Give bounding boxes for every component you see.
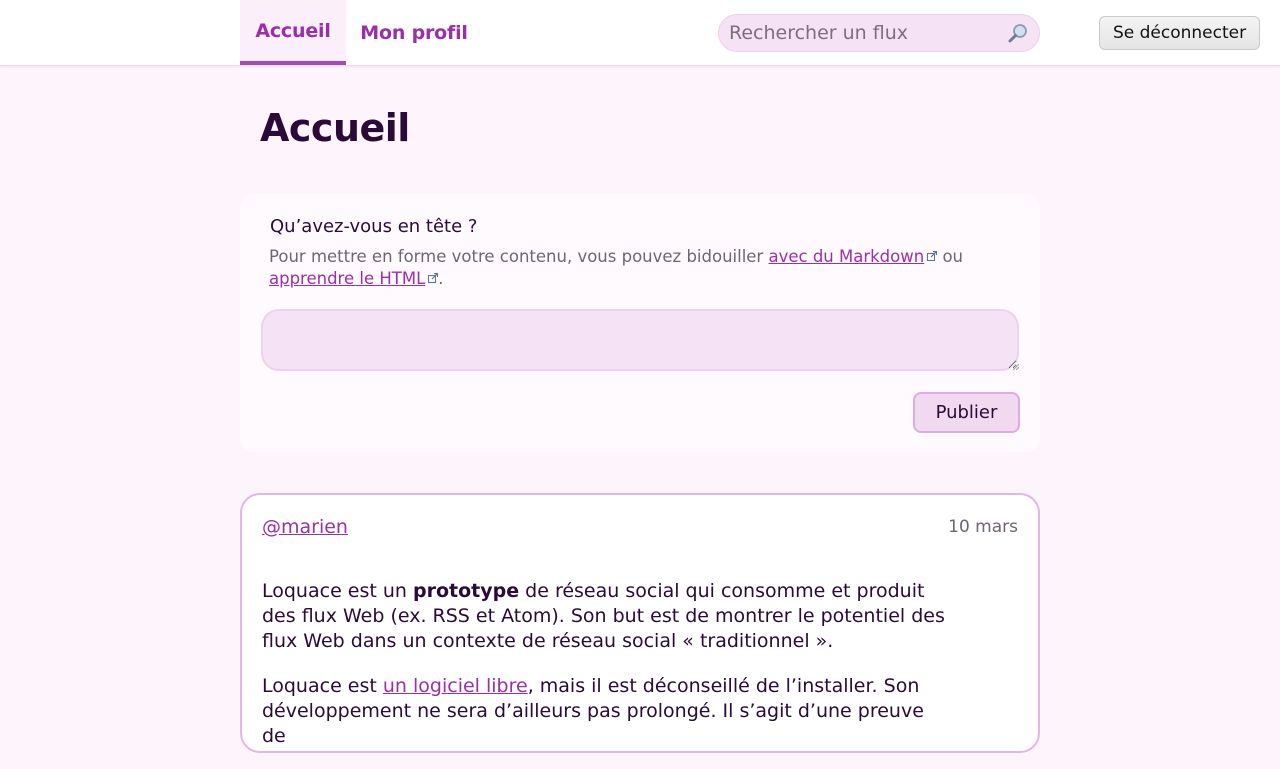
search-box [718,14,1040,52]
top-navigation-bar: Accueil Mon profil Se déconnecter [0,0,1280,66]
post-date: 10 mars [948,517,1018,537]
tab-home[interactable]: Accueil [240,0,346,65]
search-input[interactable] [729,15,999,51]
hint-text-middle: ou [937,247,964,266]
post-body: Loquace est un prototype de réseau socia… [262,579,952,769]
external-link-icon [927,251,938,261]
compose-card: Qu’avez-vous en tête ? Pour mettre en fo… [240,194,1040,452]
post-author-link[interactable]: @marien [262,516,348,538]
post-text-bold: prototype [413,580,520,602]
publish-button[interactable]: Publier [913,392,1020,433]
post-paragraph: Loquace est un prototype de réseau socia… [262,579,952,654]
compose-label: Qu’avez-vous en tête ? [270,216,478,237]
external-link-icon [428,273,439,283]
free-software-link[interactable]: un logiciel libre [383,675,528,697]
markdown-link[interactable]: avec du Markdown [768,247,924,266]
resize-grip-icon[interactable] [1013,364,1019,370]
hint-text-prefix: Pour mettre en forme votre contenu, vous… [269,247,769,266]
learn-html-link[interactable]: apprendre le HTML [269,269,425,288]
post-text: Loquace est [262,675,383,697]
hint-text-suffix: . [438,269,444,288]
post-paragraph: Loquace est un logiciel libre, mais il e… [262,674,952,749]
post-card: @marien 10 mars Loquace est un prototype… [240,493,1040,753]
post-text: Loquace est un [262,580,413,602]
page-title: Accueil [260,106,410,150]
logout-button[interactable]: Se déconnecter [1099,16,1260,50]
compose-hint: Pour mettre en forme votre contenu, vous… [269,246,989,290]
compose-textarea[interactable] [261,309,1019,371]
search-icon[interactable] [1007,22,1029,44]
tab-my-profile[interactable]: Mon profil [346,0,482,65]
